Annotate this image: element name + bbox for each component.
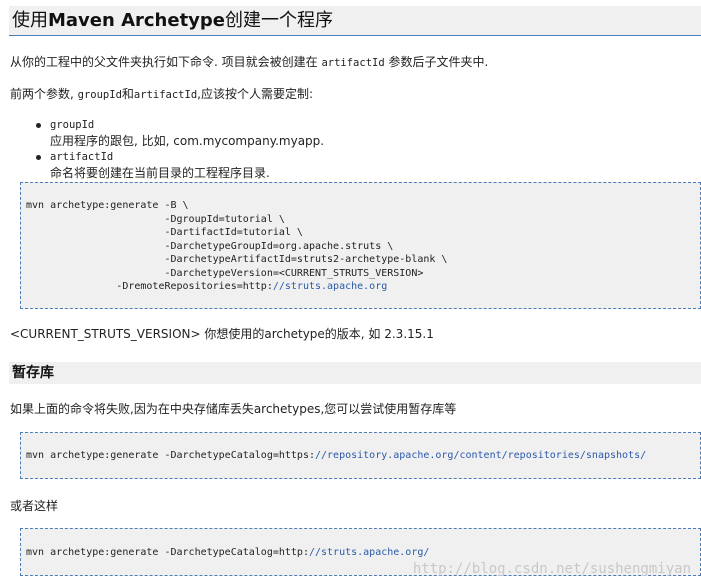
code-url-link[interactable]: //repository.apache.org/content/reposito… (315, 450, 646, 461)
code-block-staging: mvn archetype:generate -DarchetypeCatalo… (20, 432, 701, 479)
params-code-artifactid: artifactId (133, 89, 198, 101)
code-line: -DarchetypeGroupId=org.apache.struts \ (26, 240, 394, 252)
intro-text-a: 从你的工程中的父文件夹执行如下命令. 项目就会被创建在 (10, 55, 322, 69)
intro-code: artifactId (321, 57, 385, 69)
code-url-link[interactable]: //struts.apache.org/ (309, 547, 429, 558)
title-bold: Maven Archetype (48, 10, 226, 31)
params-code-groupid: groupId (77, 89, 122, 101)
bullet-icon (36, 123, 41, 128)
list-item-term: groupId (50, 119, 95, 131)
code-line: -DremoteRepositories=http://struts.apach… (26, 280, 700, 294)
intro-paragraph: 从你的工程中的父文件夹执行如下命令. 项目就会被创建在 artifactId 参… (10, 53, 488, 70)
code-text: mvn archetype:generate -DarchetypeCatalo… (26, 450, 315, 461)
page-title: 使用Maven Archetype创建一个程序 (9, 6, 701, 36)
list-item-desc: 应用程序的跟包, 比如, com.mycompany.myapp. (50, 134, 325, 148)
code-block-generate: mvn archetype:generate -B \ -DgroupId=tu… (20, 182, 701, 309)
code-text: -DremoteRepositories=http: (26, 281, 273, 292)
list-item-term: artifactId (50, 151, 114, 163)
watermark: http://blog.csdn.net/sushengmiyan (412, 561, 691, 577)
code-line: mvn archetype:generate -B \ (26, 200, 189, 211)
title-prefix: 使用 (12, 10, 48, 31)
params-text-a: 前两个参数, (10, 87, 78, 101)
code-line: -DartifactId=tutorial \ (26, 227, 303, 238)
list-item-desc: 命名将要创建在当前目录的工程程序目录. (50, 166, 270, 180)
or-paragraph: 或者这样 (10, 499, 59, 513)
title-suffix: 创建一个程序 (225, 10, 334, 31)
list-item: groupId 应用程序的跟包, 比如, com.mycompany.myapp… (36, 117, 324, 149)
code-line: -DgroupId=tutorial \ (26, 213, 285, 225)
code-line: -DarchetypeArtifactId=struts2-archetype-… (26, 254, 448, 265)
staging-paragraph: 如果上面的命令将失败,因为在中央存储库丢失archetypes,您可以尝试使用暂… (10, 402, 457, 416)
list-item: artifactId 命名将要创建在当前目录的工程程序目录. (36, 149, 324, 181)
params-paragraph: 前两个参数, groupId和artifactId,应该按个人需要定制: (10, 85, 313, 102)
version-note: <CURRENT_STRUTS_VERSION> 你想使用的archetype的… (10, 327, 434, 341)
section-heading-staging: 暂存库 (9, 362, 701, 384)
code-line: -DarchetypeVersion=<CURRENT_STRUTS_VERSI… (26, 267, 424, 279)
params-text-b: ,应该按个人需要定制: (197, 87, 313, 101)
params-text-mid: 和 (121, 87, 134, 101)
code-text: mvn archetype:generate -DarchetypeCatalo… (26, 547, 309, 558)
bullet-icon (36, 155, 41, 160)
code-url-link[interactable]: //struts.apache.org (273, 281, 387, 292)
intro-text-b: 参数后子文件夹中. (384, 55, 489, 69)
param-list: groupId 应用程序的跟包, 比如, com.mycompany.myapp… (36, 117, 324, 181)
